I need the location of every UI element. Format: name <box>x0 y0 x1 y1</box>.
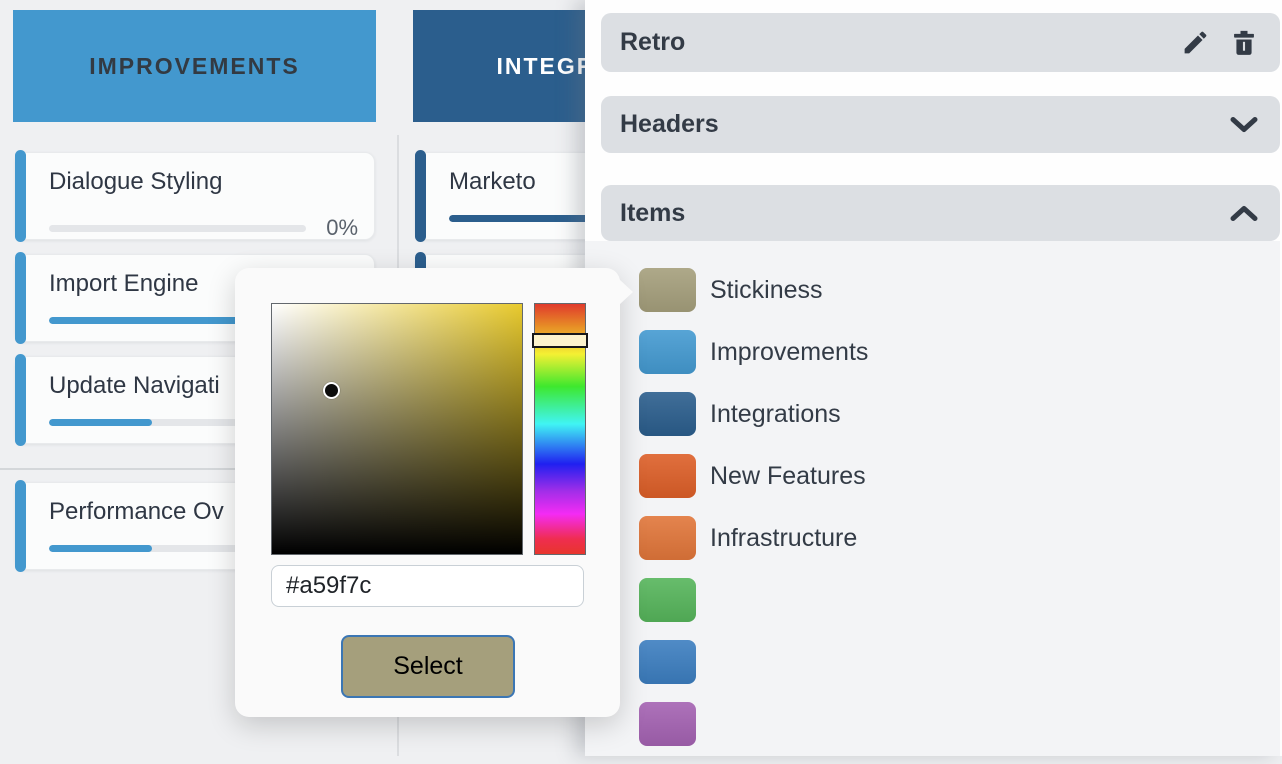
trash-icon <box>1230 29 1258 57</box>
panel-title: Retro <box>620 28 685 57</box>
retro-title-bar: Retro <box>601 13 1280 72</box>
saturation-square[interactable] <box>271 303 523 555</box>
progress-percent-label: 0% <box>306 215 358 241</box>
color-item-label: Stickiness <box>710 276 823 305</box>
color-swatch[interactable] <box>639 702 696 746</box>
color-item-label: Improvements <box>710 338 868 367</box>
color-item-row: Integrations <box>639 392 868 436</box>
color-swatch[interactable] <box>639 516 696 560</box>
color-item-row <box>639 702 868 746</box>
headers-section-toggle[interactable]: Headers <box>601 96 1280 153</box>
progress-fill <box>49 317 255 324</box>
card-accent-bar <box>15 354 26 446</box>
color-swatch[interactable] <box>639 578 696 622</box>
color-swatch[interactable] <box>639 330 696 374</box>
progress-fill <box>49 545 152 552</box>
progress-fill <box>449 215 603 222</box>
section-label: Headers <box>620 110 719 139</box>
color-swatch[interactable] <box>639 640 696 684</box>
select-color-button[interactable]: Select <box>341 635 515 698</box>
chevron-up-icon[interactable] <box>1230 205 1258 222</box>
color-swatch[interactable] <box>639 392 696 436</box>
color-item-row: Stickiness <box>639 268 868 312</box>
color-items-list: Stickiness Improvements Integrations New Fe… <box>639 268 868 764</box>
color-item-row: New Features <box>639 454 868 498</box>
color-item-row: Infrastructure <box>639 516 868 560</box>
progress-fill <box>49 419 152 426</box>
color-item-label: Infrastructure <box>710 524 857 553</box>
hue-slider-handle[interactable] <box>532 333 588 348</box>
color-picker-popup: Select <box>235 268 620 717</box>
popup-arrow <box>619 279 633 305</box>
saturation-marker[interactable] <box>323 382 340 399</box>
color-swatch[interactable] <box>639 268 696 312</box>
card-title: Dialogue Styling <box>49 167 358 197</box>
roadmap-card[interactable]: Dialogue Styling 0% <box>15 152 375 240</box>
settings-panel: Retro Headers Items <box>585 0 1282 756</box>
column-header[interactable]: IMPROVEMENTS <box>13 10 376 122</box>
card-accent-bar <box>15 150 26 242</box>
card-accent-bar <box>15 480 26 572</box>
card-progress-row: 0% <box>49 215 358 241</box>
color-item-label: New Features <box>710 462 866 491</box>
hue-slider[interactable] <box>534 303 586 555</box>
chevron-down-icon[interactable] <box>1230 116 1258 133</box>
card-accent-bar <box>15 252 26 344</box>
edit-button[interactable] <box>1181 28 1210 57</box>
hex-color-input[interactable] <box>271 565 584 607</box>
color-swatch[interactable] <box>639 454 696 498</box>
delete-button[interactable] <box>1230 29 1258 57</box>
items-section-toggle[interactable]: Items <box>601 185 1280 241</box>
progress-track <box>49 225 306 232</box>
color-item-row: Improvements <box>639 330 868 374</box>
color-item-label: Integrations <box>710 400 841 429</box>
color-item-row <box>639 640 868 684</box>
pencil-icon <box>1181 28 1210 57</box>
color-item-row <box>639 578 868 622</box>
card-accent-bar <box>415 150 426 242</box>
section-label: Items <box>620 199 685 228</box>
